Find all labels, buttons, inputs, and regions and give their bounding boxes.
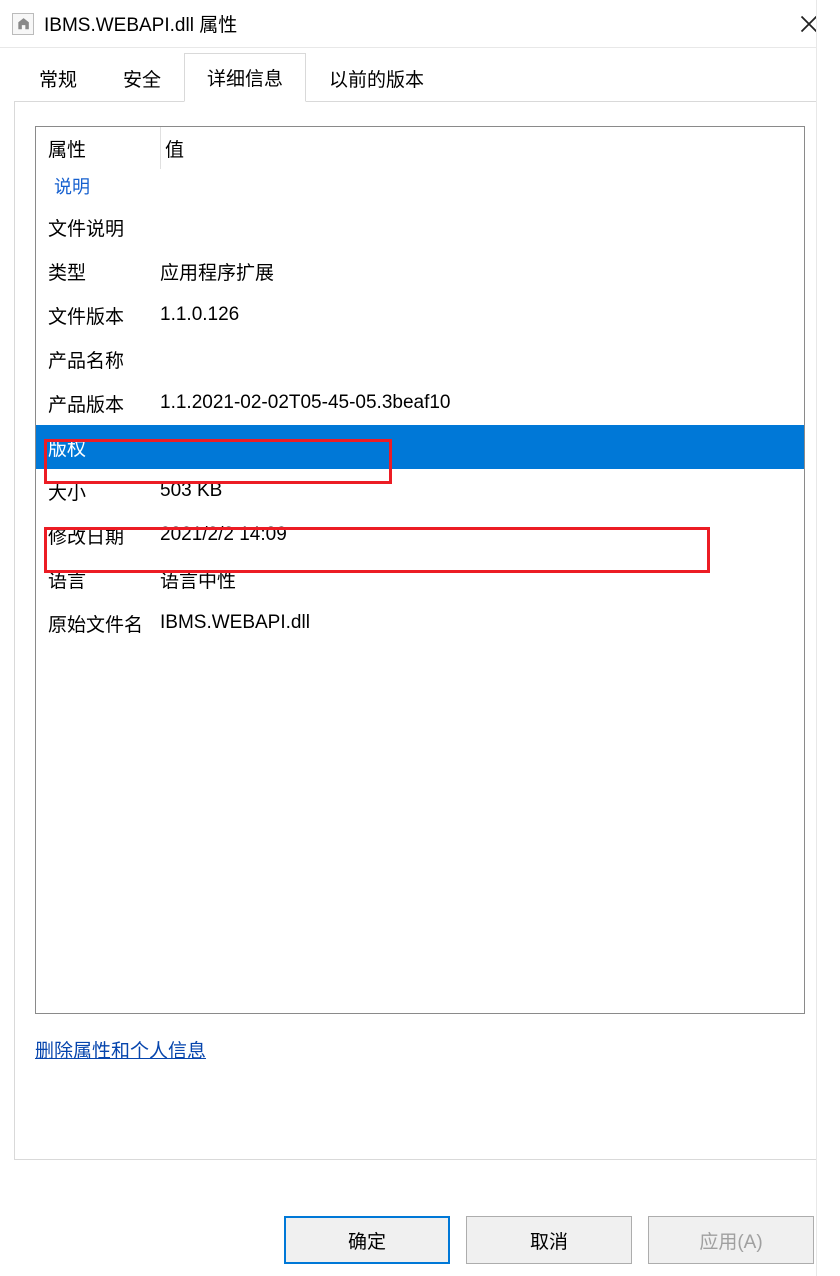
tab-details[interactable]: 详细信息	[184, 53, 306, 102]
prop-value: 语言中性	[160, 566, 804, 593]
prop-name: 原始文件名	[48, 610, 160, 637]
prop-name: 版权	[48, 434, 160, 461]
tab-previous-versions[interactable]: 以前的版本	[306, 54, 447, 102]
prop-value: 1.1.0.126	[160, 304, 804, 326]
prop-value: 503 KB	[160, 480, 804, 502]
prop-name: 类型	[48, 258, 160, 285]
prop-name: 产品名称	[48, 346, 160, 373]
prop-value: 1.1.2021-02-02T05-45-05.3beaf10	[160, 392, 804, 414]
prop-value: IBMS.WEBAPI.dll	[160, 612, 804, 634]
ok-button[interactable]: 确定	[284, 1216, 450, 1264]
close-icon	[800, 15, 818, 33]
group-description: 说明	[36, 169, 804, 205]
property-row-language[interactable]: 语言 语言中性	[36, 557, 804, 601]
property-row-modified[interactable]: 修改日期 2021/2/2 14:09	[36, 513, 804, 557]
prop-name: 文件版本	[48, 302, 160, 329]
close-button[interactable]	[786, 4, 832, 44]
tabstrip: 常规 安全 详细信息 以前的版本	[14, 52, 826, 102]
property-row-file-version[interactable]: 文件版本 1.1.0.126	[36, 293, 804, 337]
tab-general[interactable]: 常规	[16, 54, 100, 102]
prop-name: 文件说明	[48, 214, 160, 241]
dialog-body: 常规 安全 详细信息 以前的版本 属性 值 说明 文件说明 类型 应用程序扩展 …	[0, 48, 840, 1160]
prop-name: 大小	[48, 478, 160, 505]
properties-icon	[12, 13, 34, 35]
window-title: IBMS.WEBAPI.dll 属性	[44, 10, 786, 37]
cancel-button[interactable]: 取消	[466, 1216, 632, 1264]
prop-name: 修改日期	[48, 522, 160, 549]
col-property[interactable]: 属性	[48, 127, 160, 169]
col-value[interactable]: 值	[160, 127, 804, 169]
property-row-size[interactable]: 大小 503 KB	[36, 469, 804, 513]
property-row-product-name[interactable]: 产品名称	[36, 337, 804, 381]
tab-content: 属性 值 说明 文件说明 类型 应用程序扩展 文件版本 1.1.0.126 产品…	[14, 102, 826, 1160]
property-row-type[interactable]: 类型 应用程序扩展	[36, 249, 804, 293]
property-row-original-filename[interactable]: 原始文件名 IBMS.WEBAPI.dll	[36, 601, 804, 645]
apply-button: 应用(A)	[648, 1216, 814, 1264]
list-header: 属性 值	[36, 127, 804, 169]
tab-security[interactable]: 安全	[100, 54, 184, 102]
prop-value: 应用程序扩展	[160, 258, 804, 285]
prop-name: 产品版本	[48, 390, 160, 417]
property-row-product-version[interactable]: 产品版本 1.1.2021-02-02T05-45-05.3beaf10	[36, 381, 804, 425]
titlebar: IBMS.WEBAPI.dll 属性	[0, 0, 840, 48]
prop-name: 语言	[48, 566, 160, 593]
property-row-copyright[interactable]: 版权	[36, 425, 804, 469]
remove-properties-link[interactable]: 删除属性和个人信息	[35, 1036, 805, 1063]
dialog-buttons: 确定 取消 应用(A)	[284, 1216, 814, 1264]
prop-value: 2021/2/2 14:09	[160, 524, 804, 546]
property-list: 属性 值 说明 文件说明 类型 应用程序扩展 文件版本 1.1.0.126 产品…	[35, 126, 805, 1014]
property-row-file-description[interactable]: 文件说明	[36, 205, 804, 249]
